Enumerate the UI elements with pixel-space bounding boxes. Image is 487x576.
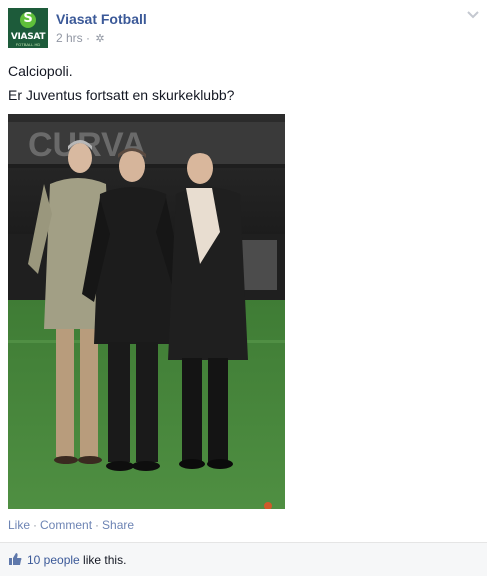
logo-word: VIASAT [10, 32, 46, 42]
post-timestamp[interactable]: 2 hrs [56, 31, 83, 45]
gear-icon[interactable]: ✲ [95, 33, 104, 45]
comment-link[interactable]: Comment [40, 518, 92, 532]
post-message-line2: Er Juventus fortsatt en skurkeklubb? [8, 87, 235, 103]
share-link[interactable]: Share [102, 518, 134, 532]
likes-count-link[interactable]: 10 people [27, 553, 80, 567]
meta-separator: · [86, 31, 91, 45]
page-avatar[interactable]: S VIASAT FOTBALL HD [8, 8, 48, 48]
post-message-line1: Calciopoli. [8, 63, 73, 79]
likes-suffix: like this. [79, 553, 127, 567]
post-meta: 2 hrs · ✲ [56, 31, 105, 45]
likes-summary: 10 people like this. [0, 542, 487, 576]
post-card: S VIASAT FOTBALL HD Viasat Fotball 2 hrs… [0, 0, 487, 576]
thumbs-up-icon [9, 553, 22, 565]
chevron-down-icon[interactable] [466, 10, 480, 20]
likes-text: 10 people like this. [27, 553, 126, 567]
post-photo[interactable]: CURVA [8, 114, 285, 509]
action-separator: · [33, 518, 38, 532]
post-author[interactable]: Viasat Fotball [56, 11, 147, 27]
action-separator: · [95, 518, 100, 532]
like-link[interactable]: Like [8, 518, 30, 532]
post-actions: Like · Comment · Share [8, 518, 134, 532]
logo-letter: S [23, 11, 33, 26]
logo-subword: FOTBALL HD [15, 42, 41, 47]
